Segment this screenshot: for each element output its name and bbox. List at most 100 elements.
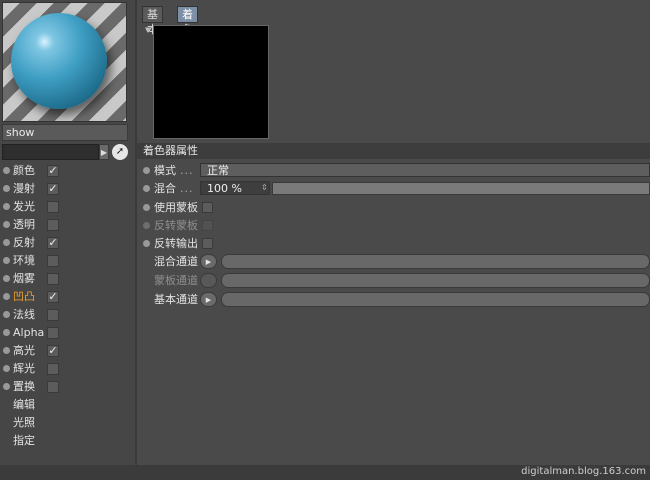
keyframe-dot-icon[interactable] (143, 204, 150, 211)
channel-dot-icon (3, 257, 10, 264)
channel-dot-icon (3, 185, 10, 192)
channel-checkbox[interactable] (47, 381, 59, 393)
invert-mask-checkbox (202, 220, 213, 231)
prop-base-channel: 基本通道 ▶ (142, 291, 650, 308)
material-preview[interactable] (2, 2, 127, 122)
blend-input[interactable]: 100 % (200, 181, 270, 195)
prop-blend: 混合 ... 100 % ⇕ (142, 180, 650, 197)
channel-row[interactable]: 法线 (0, 306, 135, 324)
keyframe-dot-icon[interactable] (143, 167, 150, 174)
channel-row[interactable]: 发光 (0, 198, 135, 216)
play-arrow-icon[interactable]: ▶ (200, 292, 217, 307)
use-mask-checkbox[interactable] (202, 202, 213, 213)
channel-dot-icon (3, 221, 10, 228)
channel-dot-icon (3, 365, 10, 372)
channel-checkbox[interactable] (47, 255, 59, 267)
dropdown-arrow-icon[interactable]: ▶ (99, 144, 109, 160)
channel-checkbox[interactable]: ✓ (47, 237, 59, 249)
channel-row[interactable]: 高光 ✓ (0, 342, 135, 360)
blend-channel-slot[interactable] (221, 254, 650, 269)
channel-checkbox[interactable] (47, 273, 59, 285)
mask-channel-slot[interactable] (221, 273, 650, 288)
shader-preview (153, 25, 269, 139)
keyframe-dot-icon[interactable] (143, 185, 150, 192)
mode-label: 模式 (154, 164, 176, 177)
channel-dot-icon (3, 275, 10, 282)
menu-item-label: 光照 (13, 416, 35, 429)
panel-divider[interactable] (135, 0, 137, 465)
channel-dot-icon (3, 293, 10, 300)
channel-row[interactable]: 环境 (0, 252, 135, 270)
blend-dots: ... (180, 182, 194, 195)
base-channel-label: 基本通道 (154, 293, 198, 306)
menu-item-illumination[interactable]: 光照 (0, 414, 135, 432)
channel-label: 高光 (13, 344, 35, 357)
base-channel-slot[interactable] (221, 292, 650, 307)
blend-channel-label: 混合通道 (154, 255, 198, 268)
preview-sphere (11, 13, 107, 109)
channel-row[interactable]: Alpha (0, 324, 135, 342)
tab-shader[interactable]: 着色器 (177, 6, 198, 51)
channel-label: 凹凸 (13, 290, 35, 303)
channel-dot-icon (3, 167, 10, 174)
link-button (200, 273, 217, 288)
channel-checkbox[interactable] (47, 201, 59, 213)
prop-mode: 模式 ... 正常 (142, 162, 650, 179)
channel-checkbox[interactable] (47, 219, 59, 231)
invert-mask-label: 反转蒙板 (154, 219, 198, 232)
section-header: 着色器属性 (137, 143, 650, 159)
channel-search-input[interactable] (2, 144, 99, 160)
menu-item-edit[interactable]: 编辑 (0, 396, 135, 414)
cursor-pick-icon[interactable]: ➚ (112, 144, 128, 160)
channel-row[interactable]: 置换 (0, 378, 135, 396)
channel-checkbox[interactable] (47, 363, 59, 375)
invert-output-label: 反转输出 (154, 237, 198, 250)
channel-row[interactable]: 烟雾 (0, 270, 135, 288)
prop-mask-channel: 蒙板通道 (142, 272, 650, 289)
channel-label: Alpha (13, 326, 45, 339)
channel-row[interactable]: 漫射 ✓ (0, 180, 135, 198)
menu-item-label: 编辑 (13, 398, 35, 411)
channel-row[interactable]: 反射 ✓ (0, 234, 135, 252)
channel-checkbox[interactable]: ✓ (47, 183, 59, 195)
material-name-field[interactable]: show (2, 124, 128, 141)
channel-checkbox[interactable] (47, 309, 59, 321)
mode-dots: ... (180, 164, 194, 177)
prop-invert-output: 反转输出 (142, 235, 650, 252)
menu-item-assign[interactable]: 指定 (0, 432, 135, 450)
channel-checkbox[interactable]: ✓ (47, 291, 59, 303)
prop-blend-channel: 混合通道 ▶ (142, 253, 650, 270)
channel-list: 颜色 ✓ 漫射 ✓ 发光 透明 反射 ✓ 环境 烟雾 凹凸 ✓ 法线 Alpha 高光 ✓… (0, 162, 135, 450)
channel-label: 颜色 (13, 164, 35, 177)
channel-label: 法线 (13, 308, 35, 321)
channel-checkbox[interactable]: ✓ (47, 165, 59, 177)
channel-dot-icon (3, 239, 10, 246)
channel-label: 置换 (13, 380, 35, 393)
status-bar: digitalman.blog.163.com (0, 465, 650, 480)
mask-channel-label: 蒙板通道 (154, 274, 198, 287)
material-panel: show ▶ ➚ 颜色 ✓ 漫射 ✓ 发光 透明 反射 ✓ 环境 烟雾 凹凸 ✓ 法线 … (0, 0, 135, 465)
invert-output-checkbox[interactable] (202, 238, 213, 249)
channel-dot-icon (3, 203, 10, 210)
stepper-arrows-icon[interactable]: ⇕ (261, 181, 268, 195)
channel-label: 反射 (13, 236, 35, 249)
menu-item-label: 指定 (13, 434, 35, 447)
prop-use-mask: 使用蒙板 (142, 199, 650, 216)
channel-row[interactable]: 颜色 ✓ (0, 162, 135, 180)
triangle-down-icon[interactable]: ▼ (145, 26, 150, 34)
keyframe-dot-icon[interactable] (143, 240, 150, 247)
tab-basic[interactable]: 基本 (142, 6, 163, 36)
channel-label: 辉光 (13, 362, 35, 375)
channel-checkbox[interactable]: ✓ (47, 345, 59, 357)
channel-dot-icon (3, 383, 10, 390)
channel-row[interactable]: 透明 (0, 216, 135, 234)
channel-row-active[interactable]: 凹凸 ✓ (0, 288, 135, 306)
channel-checkbox[interactable] (47, 327, 59, 339)
channel-label: 漫射 (13, 182, 35, 195)
mode-select[interactable]: 正常 (200, 163, 650, 177)
channel-row[interactable]: 辉光 (0, 360, 135, 378)
channel-label: 环境 (13, 254, 35, 267)
blend-slider[interactable] (272, 182, 650, 195)
play-arrow-icon[interactable]: ▶ (200, 254, 217, 269)
prop-invert-mask: 反转蒙板 (142, 217, 650, 234)
